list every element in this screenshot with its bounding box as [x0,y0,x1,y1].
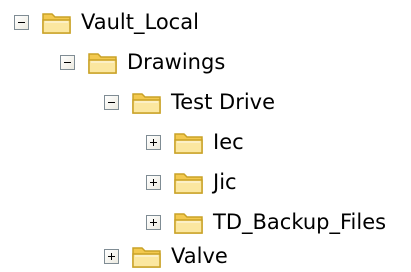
folder-icon [88,53,117,74]
expand-icon[interactable] [146,214,161,230]
tree-node-iec[interactable]: Iec [146,126,244,158]
tree-node-label[interactable]: Iec [213,128,244,156]
tree-node-valve[interactable]: Valve [104,240,228,272]
tree-node-label[interactable]: Jic [213,168,237,196]
tree-node-test-drive[interactable]: Test Drive [104,86,275,118]
tree-node-label[interactable]: TD_Backup_Files [213,208,386,236]
folder-icon [174,173,203,194]
expand-icon[interactable] [146,174,161,190]
tree-node-label[interactable]: Vault_Local [81,8,199,36]
expand-icon[interactable] [104,248,119,264]
folder-icon [132,93,161,114]
tree-node-td-backup-files[interactable]: TD_Backup_Files [146,206,386,238]
folder-tree: Vault_Local Drawings Test Drive Iec Jic … [0,0,411,270]
tree-node-label[interactable]: Test Drive [171,88,275,116]
folder-icon [132,247,161,268]
folder-icon [42,13,71,34]
tree-node-label[interactable]: Valve [171,242,228,270]
collapse-icon[interactable] [104,94,119,110]
tree-node-label[interactable]: Drawings [127,48,225,76]
folder-icon [174,213,203,234]
tree-node-vault-local[interactable]: Vault_Local [14,6,199,38]
tree-node-drawings[interactable]: Drawings [60,46,225,78]
expand-icon[interactable] [146,134,161,150]
collapse-icon[interactable] [14,14,29,30]
folder-icon [174,133,203,154]
collapse-icon[interactable] [60,54,75,70]
tree-node-jic[interactable]: Jic [146,166,237,198]
